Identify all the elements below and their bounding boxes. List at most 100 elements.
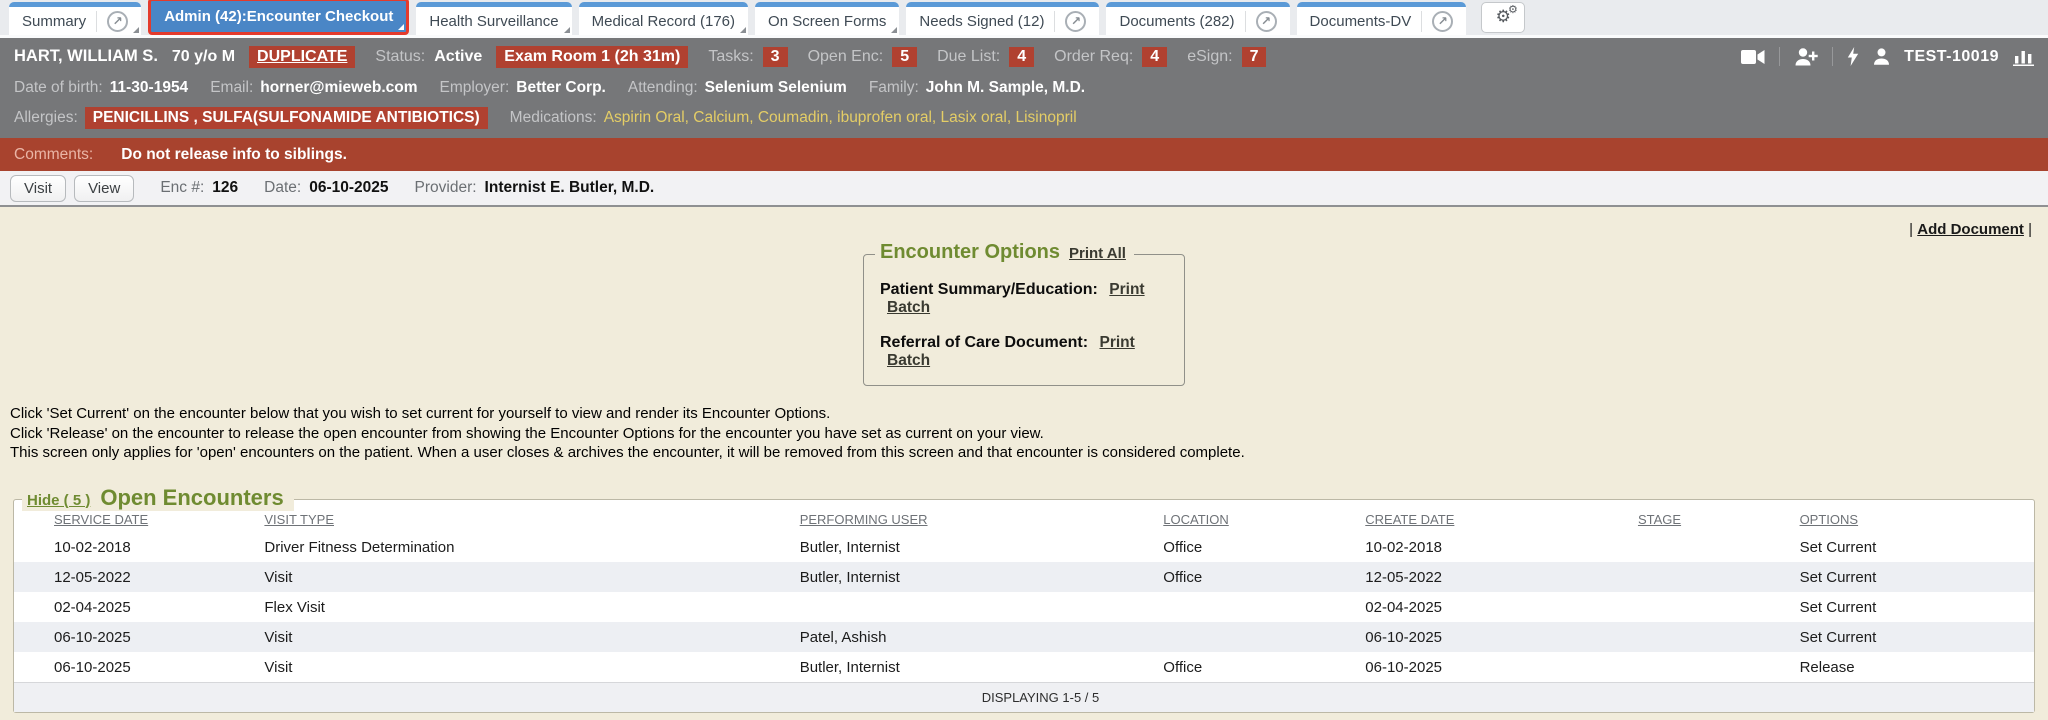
add-document-link[interactable]: Add Document (1917, 221, 2024, 238)
tab-on-screen-forms[interactable]: On Screen Forms (755, 2, 899, 35)
family-value: John M. Sample, M.D. (926, 79, 1085, 97)
tab-needs-signed[interactable]: Needs Signed (12) ↗ (906, 2, 1099, 35)
attending-value: Selenium Selenium (705, 79, 847, 97)
referral-batch-link[interactable]: Batch (887, 352, 930, 369)
enc-number-label: Enc #: (160, 179, 204, 197)
order-req-count-badge[interactable]: 4 (1142, 47, 1167, 67)
tab-summary[interactable]: Summary ↗ (9, 2, 141, 35)
lightning-icon[interactable] (1847, 47, 1859, 66)
open-enc-count-badge[interactable]: 5 (892, 47, 917, 67)
tab-medical-record[interactable]: Medical Record (176) (579, 2, 748, 35)
cell-create-date: 06-10-2025 (1357, 622, 1630, 652)
tab-corner-fold-icon (740, 27, 746, 33)
status-label: Status: (375, 48, 425, 66)
enc-date-value: 06-10-2025 (309, 179, 388, 197)
cell-visit-type: Driver Fitness Determination (256, 532, 791, 562)
set-current-link[interactable]: Set Current (1792, 532, 2034, 562)
patient-summary-print-link[interactable]: Print (1109, 281, 1144, 298)
hide-toggle-link[interactable]: Hide ( 5 ) (27, 492, 90, 509)
open-encounters-table: SERVICE DATE VISIT TYPE PERFORMING USER … (14, 500, 2034, 712)
open-new-window-icon: ↗ (1432, 11, 1453, 32)
patient-summary-batch-link[interactable]: Batch (887, 299, 930, 316)
instruction-line: Click 'Release' on the encounter to rele… (10, 424, 2048, 444)
cell-performing-user (792, 592, 1156, 622)
attending-label: Attending: (628, 79, 698, 97)
col-stage[interactable]: STAGE (1630, 500, 1792, 532)
video-call-icon[interactable] (1741, 49, 1765, 65)
comments-label: Comments: (14, 146, 93, 164)
cell-performing-user: Patel, Ashish (792, 622, 1156, 652)
table-header-row: SERVICE DATE VISIT TYPE PERFORMING USER … (14, 500, 2034, 532)
instruction-line: Click 'Set Current' on the encounter bel… (10, 404, 2048, 424)
tab-health-surveillance[interactable]: Health Surveillance (416, 2, 571, 35)
patient-summary-education-row: Patient Summary/Education: Print Batch (880, 281, 1168, 317)
tab-popout[interactable]: ↗ (96, 11, 128, 32)
print-all-link[interactable]: Print All (1069, 245, 1126, 262)
tab-popout[interactable]: ↗ (1245, 11, 1277, 32)
tab-popout[interactable]: ↗ (1054, 11, 1086, 32)
allergies-badge[interactable]: PENICILLINS , SULFA(SULFONAMIDE ANTIBIOT… (85, 107, 488, 129)
release-link[interactable]: Release (1792, 652, 2034, 683)
user-id[interactable]: TEST-10019 (1904, 48, 1999, 66)
cell-visit-type: Flex Visit (256, 592, 791, 622)
tab-label: Needs Signed (12) (919, 13, 1044, 30)
medications-list[interactable]: Aspirin Oral, Calcium, Coumadin, ibuprof… (604, 109, 1077, 127)
cell-stage (1630, 532, 1792, 562)
open-encounters-title: Open Encounters (100, 485, 283, 511)
table-row: 10-02-2018 Driver Fitness Determination … (14, 532, 2034, 562)
status-value: Active (434, 48, 482, 66)
cell-create-date: 12-05-2022 (1357, 562, 1630, 592)
tab-documents-dv[interactable]: Documents-DV ↗ (1297, 2, 1467, 35)
cell-performing-user: Butler, Internist (792, 532, 1156, 562)
visit-button[interactable]: Visit (10, 175, 66, 202)
pagination-status: DISPLAYING 1-5 / 5 (14, 682, 2034, 712)
tab-settings-button[interactable]: ⚙⚙ (1481, 2, 1525, 33)
encounter-options-panel: Encounter Options Print All Patient Summ… (863, 254, 1185, 386)
cell-stage (1630, 622, 1792, 652)
stats-chart-icon[interactable] (2013, 48, 2034, 66)
enc-date-label: Date: (264, 179, 301, 197)
col-options[interactable]: OPTIONS (1792, 500, 2034, 532)
set-current-link[interactable]: Set Current (1792, 622, 2034, 652)
set-current-link[interactable]: Set Current (1792, 592, 2034, 622)
cell-visit-type: Visit (256, 562, 791, 592)
col-location[interactable]: LOCATION (1155, 500, 1357, 532)
referral-print-link[interactable]: Print (1100, 334, 1135, 351)
order-req-label: Order Req: (1054, 48, 1133, 66)
cell-stage (1630, 562, 1792, 592)
dob-value: 11-30-1954 (110, 79, 188, 97)
due-list-count-badge[interactable]: 4 (1009, 47, 1034, 67)
view-button[interactable]: View (74, 175, 134, 202)
set-current-link[interactable]: Set Current (1792, 562, 2034, 592)
demographics-row-1: Date of birth: 11-30-1954 Email: horner@… (0, 73, 2048, 103)
duplicate-badge[interactable]: DUPLICATE (249, 46, 355, 68)
cell-visit-type: Visit (256, 652, 791, 683)
tab-corner-fold-icon (133, 27, 139, 33)
main-content: | Add Document | Encounter Options Print… (0, 207, 2048, 720)
tab-admin-encounter-checkout[interactable]: Admin (42):Encounter Checkout (148, 0, 409, 35)
add-user-icon[interactable] (1794, 48, 1818, 66)
col-visit-type[interactable]: VISIT TYPE (256, 500, 791, 532)
demographics-row-2: Allergies: PENICILLINS , SULFA(SULFONAMI… (0, 103, 2048, 133)
tab-popout[interactable]: ↗ (1421, 11, 1453, 32)
tasks-label: Tasks: (708, 48, 753, 66)
enc-number-value: 126 (212, 179, 238, 197)
open-encounters-section: Hide ( 5 ) Open Encounters SERVICE DATE … (13, 499, 2035, 713)
tab-documents[interactable]: Documents (282) ↗ (1106, 2, 1289, 35)
col-performing-user[interactable]: PERFORMING USER (792, 500, 1156, 532)
gears-icon: ⚙⚙ (1496, 9, 1511, 26)
encounter-options-title: Encounter Options (880, 241, 1060, 264)
table-pagination-row: DISPLAYING 1-5 / 5 (14, 682, 2034, 712)
col-create-date[interactable]: CREATE DATE (1357, 500, 1630, 532)
tasks-count-badge[interactable]: 3 (763, 47, 788, 67)
exam-room-badge[interactable]: Exam Room 1 (2h 31m) (496, 46, 688, 68)
cell-performing-user: Butler, Internist (792, 562, 1156, 592)
employer-label: Employer: (440, 79, 510, 97)
provider-label: Provider: (415, 179, 477, 197)
esign-count-badge[interactable]: 7 (1242, 47, 1267, 67)
cell-service-date: 06-10-2025 (14, 652, 256, 683)
encounter-toolbar: Visit View Enc #: 126 Date: 06-10-2025 P… (0, 171, 2048, 207)
tab-label: Admin (42):Encounter Checkout (164, 8, 393, 25)
cell-location: Office (1155, 652, 1357, 683)
cell-service-date: 12-05-2022 (14, 562, 256, 592)
